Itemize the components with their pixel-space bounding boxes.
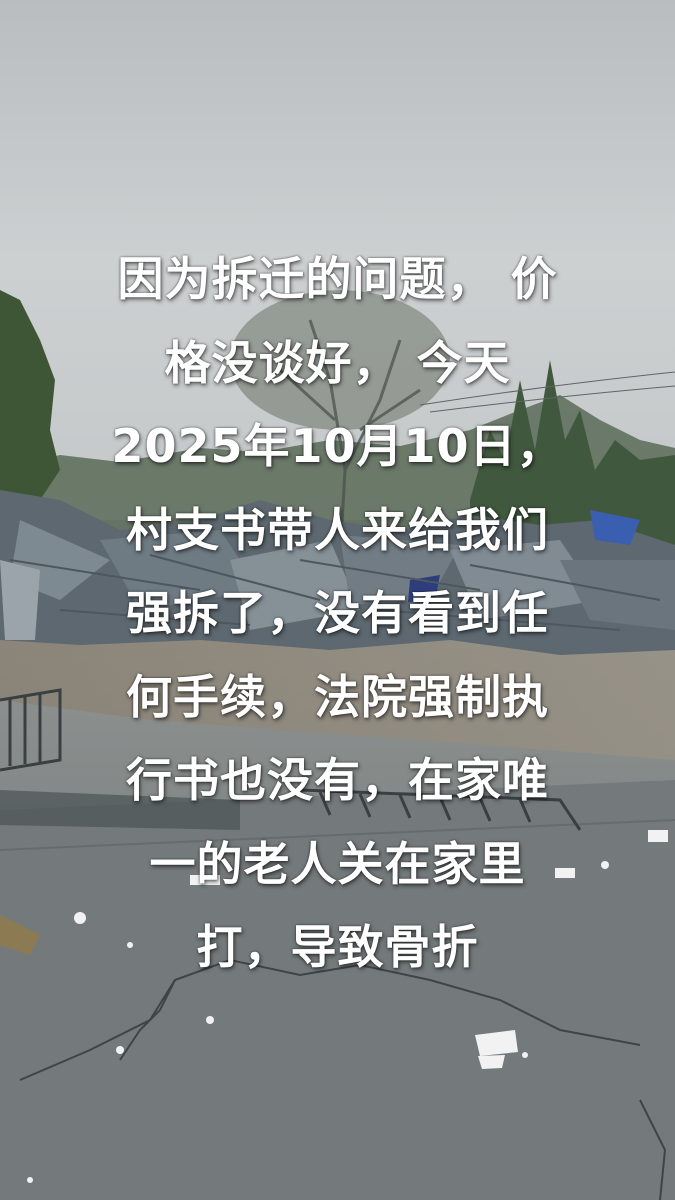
caption-line-4: 村支书带人来给我们 [126,502,549,557]
overlay-caption: 因为拆迁的问题， 价 格没谈好， 今天 2025年10月10日， 村支书带人来给… [40,238,635,990]
caption-line-1: 因为拆迁的问题， 价 [117,252,558,306]
caption-line-3: 2025年10月10日， [111,419,564,473]
caption-line-2: 格没谈好， 今天 [164,335,511,390]
caption-line-9: 打，导致骨折 [196,920,479,974]
caption-line-5: 强拆了，没有看到任 [126,586,549,640]
caption-line-8: 一的老人关在家里 [149,836,526,891]
caption-line-7: 行书也没有，在家唯 [126,753,549,807]
caption-line-6: 何手续，法院强制执 [126,669,549,724]
